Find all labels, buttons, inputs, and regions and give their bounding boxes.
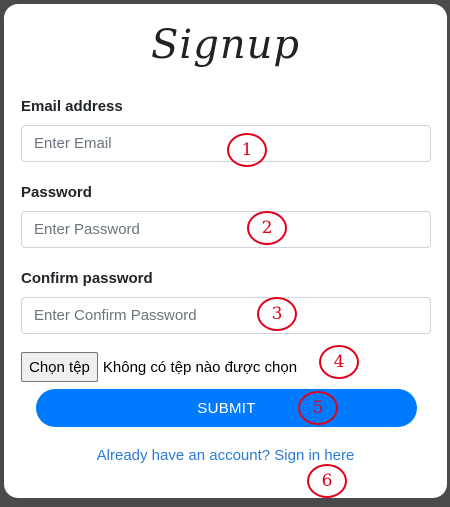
annotation-marker-3: 3 (257, 297, 297, 331)
annotation-marker-1: 1 (227, 133, 267, 167)
sign-in-link[interactable]: Already have an account? Sign in here (4, 447, 447, 464)
annotation-marker-6: 6 (307, 464, 347, 498)
annotation-marker-5: 5 (298, 391, 338, 425)
submit-button[interactable]: SUBMIT (36, 389, 417, 427)
email-field[interactable] (21, 125, 431, 162)
file-input: Chọn tệp Không có tệp nào được chọn (21, 352, 297, 382)
password-field[interactable] (21, 211, 431, 248)
password-label: Password (21, 184, 92, 201)
confirm-password-label: Confirm password (21, 270, 153, 287)
email-label: Email address (21, 98, 123, 115)
page-title: Signup (151, 22, 300, 68)
choose-file-button[interactable]: Chọn tệp (21, 352, 98, 382)
confirm-password-field[interactable] (21, 297, 431, 334)
signup-card: Signup Email address Password Confirm pa… (4, 4, 447, 498)
file-status-text: Không có tệp nào được chọn (102, 358, 298, 376)
annotation-marker-4: 4 (319, 345, 359, 379)
annotation-marker-2: 2 (247, 211, 287, 245)
